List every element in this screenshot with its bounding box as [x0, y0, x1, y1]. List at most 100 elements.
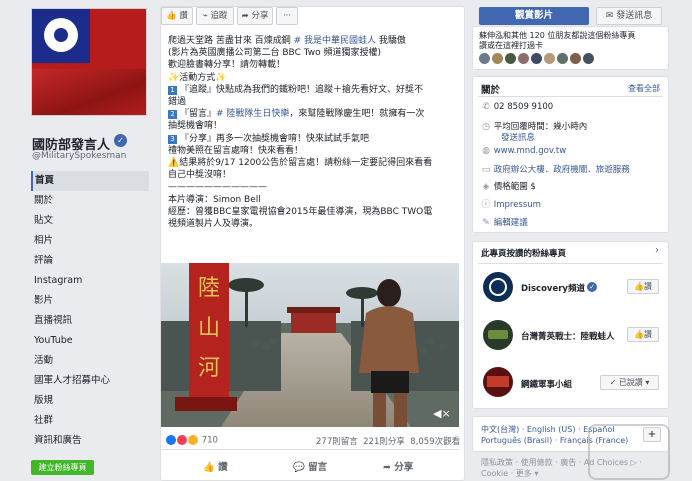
liked-pages-title: 此專頁按讚的粉絲專頁	[481, 249, 567, 259]
share-action-label: 分享	[394, 462, 414, 473]
like-action-button[interactable]: 👍 讚	[203, 459, 228, 473]
profile-picture[interactable]	[31, 8, 147, 116]
nav-rules[interactable]: 版規	[31, 391, 149, 411]
avatar[interactable]	[570, 53, 581, 64]
friend-avatars[interactable]	[479, 53, 596, 67]
nav-photos[interactable]: 相片	[31, 231, 149, 251]
post-line: 自己中獎沒唷！	[168, 170, 232, 181]
video-player[interactable]: 陸 山 河 ◀×	[161, 263, 459, 427]
number-1-icon: 1	[168, 85, 177, 95]
comments-count[interactable]: 277則留言	[316, 437, 358, 447]
post-line: 本片導演：Simon Bell	[168, 194, 261, 205]
avatar[interactable]	[557, 53, 568, 64]
website-row: ◍ www.mnd.gov.tw	[481, 146, 566, 156]
love-reaction-icon	[177, 435, 187, 445]
nav-youtube[interactable]: YouTube	[31, 331, 149, 351]
hashtag-link[interactable]: # 陸戰隊生日快樂	[216, 109, 289, 119]
share-page-button[interactable]: ➦ 分享	[237, 7, 273, 25]
send-message-button[interactable]: ✉ 發送訊息	[596, 7, 662, 25]
like-action-label: 讚	[218, 462, 228, 473]
suggest-edit-link[interactable]: 編輯建議	[494, 218, 528, 228]
thumbs-up-icon: 👍	[166, 11, 177, 21]
like-reaction-icon	[166, 435, 176, 445]
send-message-label: 發送訊息	[616, 11, 653, 21]
left-sidebar: 國防部發言人 ✓ @MilitarySpokesman 首頁 關於 貼文 相片 …	[0, 0, 152, 481]
nav-live[interactable]: 直播視訊	[31, 311, 149, 331]
comment-action-label: 留言	[308, 462, 328, 473]
nav-reviews[interactable]: 評論	[31, 251, 149, 271]
avatar[interactable]	[531, 53, 542, 64]
sign-char-3: 河	[198, 356, 220, 381]
nav-recruitment[interactable]: 國軍人才招募中心	[31, 371, 149, 391]
like-button-label: 讚	[643, 282, 652, 291]
friends-like-text-2: 讚或在這裡打過卡	[479, 41, 543, 50]
chevron-down-icon: ▾	[645, 378, 650, 387]
nav-events[interactable]: 活動	[31, 351, 149, 371]
liked-page-like-button[interactable]: 👍讚	[627, 327, 659, 342]
thumbs-up-icon: 👍	[203, 462, 215, 473]
follow-button[interactable]: ⌁ 追蹤	[196, 7, 234, 25]
post-stats: 277則留言 221則分享 8,059次觀看	[316, 435, 460, 447]
divider	[478, 96, 663, 97]
avatar[interactable]	[544, 53, 555, 64]
like-button-label: 讚	[643, 330, 652, 339]
liked-page-like-button[interactable]: 👍讚	[627, 279, 659, 294]
impressum-link[interactable]: Impressum	[494, 200, 541, 210]
nav-community[interactable]: 社群	[31, 411, 149, 431]
hashtag-link[interactable]: # 我是中華民國蛙人	[294, 36, 376, 46]
post-text: 我驕傲	[376, 36, 406, 46]
marine-frogman-logo[interactable]	[483, 320, 513, 350]
avatar[interactable]	[479, 53, 490, 64]
phone-row: ✆ 02 8509 9100	[481, 102, 553, 112]
send-message-link[interactable]: 發送訊息	[501, 131, 535, 143]
see-all-link[interactable]: 查看全部	[628, 83, 660, 94]
sign-char-2: 山	[198, 316, 220, 341]
price-range: 價格範圍 $	[493, 182, 536, 192]
reactions-count: 710	[201, 435, 218, 446]
volume-icon[interactable]: ◀×	[433, 407, 451, 420]
shares-count[interactable]: 221則分享	[363, 437, 405, 447]
website-link[interactable]: www.mnd.gov.tw	[494, 146, 567, 156]
chevron-right-icon[interactable]: ›	[655, 245, 659, 256]
post-line: (影片為英國廣播公司第二台 BBC Two 頻道獨家授權)	[168, 48, 381, 59]
share-action-button[interactable]: ➦ 分享	[383, 459, 413, 473]
avatar[interactable]	[505, 53, 516, 64]
nav-posts[interactable]: 貼文	[31, 211, 149, 231]
post-line: 爬過天堂路 苦盡甘來 百煉成鋼 # 我是中華民國蛙人 我驕傲	[168, 35, 460, 47]
liked-page-name[interactable]: 鋼鐵軍事小組	[521, 378, 572, 390]
nav-instagram[interactable]: Instagram	[31, 271, 149, 291]
more-button[interactable]: ···	[276, 7, 298, 25]
post-line: 歡迎臉書轉分享！請勿轉載！	[168, 60, 286, 71]
discovery-logo[interactable]	[483, 272, 513, 302]
avatar[interactable]	[492, 53, 503, 64]
nav-home[interactable]: 首頁	[31, 171, 149, 191]
avatar[interactable]	[518, 53, 529, 64]
liked-page-name[interactable]: Discovery頻道	[521, 282, 585, 294]
reactions-summary[interactable]: 710	[166, 435, 218, 446]
watch-video-button[interactable]: 觀賞影片	[479, 7, 589, 25]
nav-videos[interactable]: 影片	[31, 291, 149, 311]
category-links[interactable]: 政府辦公大樓．政府機關．旅遊服務	[494, 165, 630, 175]
liked-page-name[interactable]: 台灣菁英戰士：陸戰蛙人	[521, 330, 615, 342]
nav-info-ads[interactable]: 資訊和廣告	[31, 431, 149, 451]
post-action-bar: 👍 讚 💬 留言 ➦ 分享	[161, 449, 459, 479]
verified-badge-icon: ✓	[587, 282, 597, 292]
create-page-button[interactable]: 建立粉絲專頁	[31, 460, 94, 475]
like-page-button[interactable]: 👍 讚	[161, 7, 193, 25]
about-title: 關於	[481, 85, 501, 96]
messenger-icon: ✉	[605, 11, 614, 21]
views-count: 8,059次觀看	[410, 437, 461, 447]
follow-label: 追蹤	[210, 11, 228, 21]
post-text: 爬過天堂路 苦盡甘來 百煉成鋼	[168, 36, 294, 46]
number-3-icon: 3	[168, 134, 177, 144]
rss-icon: ⌁	[202, 11, 208, 21]
nav-about[interactable]: 關於	[31, 191, 149, 211]
avatar[interactable]	[583, 53, 594, 64]
clock-icon: ◷	[482, 122, 490, 132]
steel-military-logo[interactable]	[483, 367, 513, 397]
liked-page-liked-button[interactable]: ✓ 已說讚 ▾	[600, 375, 659, 390]
page-handle[interactable]: @MilitarySpokesman	[32, 151, 126, 161]
verified-badge-icon: ✓	[114, 134, 127, 147]
comment-action-button[interactable]: 💬 留言	[293, 459, 327, 473]
comment-icon: 💬	[293, 462, 305, 473]
